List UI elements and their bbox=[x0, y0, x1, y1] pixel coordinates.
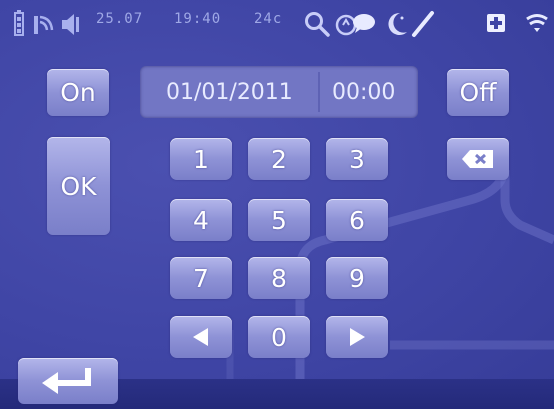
thermostat-screen: 25.07 19:40 24c On 01/01/2011 00:00 Off … bbox=[0, 0, 554, 409]
enter-icon bbox=[42, 368, 91, 394]
on-button[interactable]: On bbox=[47, 69, 109, 116]
moon-icon[interactable] bbox=[384, 8, 410, 40]
right-arrow-button[interactable] bbox=[326, 316, 388, 358]
plus-icon[interactable] bbox=[484, 8, 508, 40]
status-date: 25.07 bbox=[96, 11, 144, 27]
left-arrow-button[interactable] bbox=[170, 316, 232, 358]
time-value[interactable]: 00:00 bbox=[332, 80, 395, 105]
status-temperature: 24c bbox=[254, 11, 283, 27]
status-time: 19:40 bbox=[174, 11, 222, 27]
key-5[interactable]: 5 bbox=[248, 199, 310, 241]
key-7[interactable]: 7 bbox=[170, 257, 232, 299]
off-button[interactable]: Off bbox=[447, 69, 509, 116]
right-arrow-icon bbox=[350, 328, 365, 346]
key-3[interactable]: 3 bbox=[326, 138, 388, 180]
signal-icon bbox=[32, 8, 56, 40]
key-1[interactable]: 1 bbox=[170, 138, 232, 180]
backspace-icon bbox=[462, 150, 493, 168]
backspace-button[interactable] bbox=[447, 138, 509, 180]
date-value[interactable]: 01/01/2011 bbox=[166, 80, 293, 105]
datetime-field[interactable]: 01/01/2011 00:00 bbox=[140, 66, 418, 118]
key-2[interactable]: 2 bbox=[248, 138, 310, 180]
field-divider bbox=[318, 72, 320, 112]
key-6[interactable]: 6 bbox=[326, 199, 388, 241]
ok-button[interactable]: OK bbox=[47, 137, 110, 235]
battery-icon bbox=[12, 8, 26, 40]
speaker-icon bbox=[60, 8, 82, 40]
enter-button[interactable] bbox=[18, 358, 118, 404]
key-0[interactable]: 0 bbox=[248, 316, 310, 358]
thermostat-icon[interactable] bbox=[333, 8, 377, 40]
wifi-icon[interactable] bbox=[524, 8, 550, 40]
left-arrow-icon bbox=[193, 328, 208, 346]
key-4[interactable]: 4 bbox=[170, 199, 232, 241]
key-9[interactable]: 9 bbox=[326, 257, 388, 299]
status-bar: 25.07 19:40 24c bbox=[0, 0, 554, 48]
search-icon[interactable] bbox=[303, 8, 331, 40]
pencil-icon[interactable] bbox=[410, 8, 436, 40]
key-8[interactable]: 8 bbox=[248, 257, 310, 299]
